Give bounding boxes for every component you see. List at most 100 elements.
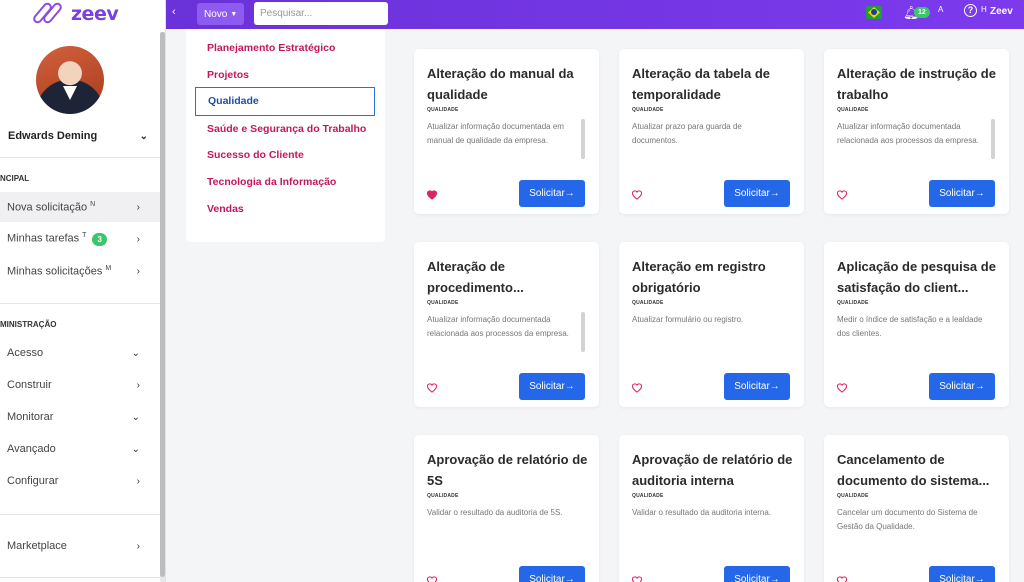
divider (0, 303, 160, 304)
card-description: Atualizar informação documentada em manu… (427, 122, 564, 145)
nav-label: Acesso (7, 347, 44, 359)
card-title: Alteração da tabela de temporalidade (632, 66, 770, 102)
nav-label: Minhas solicitações (7, 265, 103, 278)
chevron-down-icon: ⌄ (131, 347, 140, 359)
chevron-down-icon: ⌄ (131, 443, 140, 455)
card-description-scrollbar[interactable] (991, 119, 995, 159)
card-description: Atualizar informação documentada relacio… (427, 315, 569, 338)
heart-outline-icon[interactable] (632, 383, 642, 393)
nav-label: Nova solicitação (7, 201, 88, 214)
novo-button[interactable]: Novo ▼ (197, 3, 245, 25)
heart-outline-icon[interactable] (632, 576, 642, 582)
nav-monitorar[interactable]: Monitorar ⌄ (0, 402, 160, 432)
card-category-tag: QUALIDADE (837, 300, 869, 306)
nav-marketplace[interactable]: Marketplace › (0, 531, 160, 561)
card-title: Aprovação de relatório de 5S (427, 452, 588, 488)
process-card[interactable]: Cancelamento de documento do sistema... Q… (824, 435, 1009, 582)
nav-label: Construir (7, 379, 52, 391)
category-list: Planejamento Estratégico Projetos Qualid… (186, 29, 385, 242)
solicitar-button[interactable]: Solicitar→ (724, 373, 790, 400)
solicitar-button[interactable]: Solicitar→ (724, 566, 790, 582)
chevron-right-icon: › (136, 540, 140, 552)
card-description-scrollbar[interactable] (581, 119, 585, 159)
heart-outline-icon[interactable] (427, 576, 437, 582)
heart-filled-icon[interactable] (427, 190, 437, 200)
card-category-tag: QUALIDADE (427, 107, 459, 113)
category-item-selected[interactable]: Qualidade (195, 87, 375, 116)
process-card[interactable]: Aprovação de relatório de 5S QUALIDADE Val… (414, 435, 599, 582)
solicitar-button[interactable]: Solicitar→ (519, 373, 585, 400)
logo[interactable]: zeev (31, 0, 119, 28)
nav-configurar[interactable]: Configurar › (0, 466, 160, 496)
solicitar-button[interactable]: Solicitar→ (929, 566, 995, 582)
novo-label: Novo (204, 8, 228, 20)
category-item[interactable]: Sucesso do Cliente (207, 149, 304, 161)
nav-acesso[interactable]: Acesso ⌄ (0, 338, 160, 368)
nav-label: Configurar (7, 475, 59, 487)
heart-outline-icon[interactable] (837, 576, 847, 582)
divider (0, 577, 160, 578)
divider (0, 514, 160, 515)
solicitar-button[interactable]: Solicitar→ (929, 180, 995, 207)
solicitar-button[interactable]: Solicitar→ (519, 180, 585, 207)
back-chevron-icon[interactable]: ‹ (172, 6, 176, 18)
category-item[interactable]: Tecnologia da Informação (207, 176, 336, 188)
shortcut-hint: T (82, 232, 87, 240)
heart-outline-icon[interactable] (427, 383, 437, 393)
heart-outline-icon[interactable] (837, 190, 847, 200)
avatar[interactable] (36, 46, 104, 114)
card-category-tag: QUALIDADE (837, 493, 869, 499)
card-category-tag: QUALIDADE (632, 300, 664, 306)
logo-mark-icon (31, 0, 68, 26)
brazil-flag-icon[interactable] (866, 6, 882, 19)
divider (0, 157, 160, 158)
card-category-tag: QUALIDADE (632, 107, 664, 113)
nav-avancado[interactable]: Avançado ⌄ (0, 434, 160, 464)
nav-construir[interactable]: Construir › (0, 370, 160, 400)
nav-minhas-tarefas[interactable]: Minhas tarefas T 3 › (0, 224, 160, 254)
card-description: Cancelar um documento do Sistema de Gest… (837, 508, 978, 531)
sidebar-scrollbar-thumb[interactable] (160, 32, 165, 577)
card-title: Alteração de instrução de trabalho (837, 66, 996, 102)
process-card[interactable]: Aplicação de pesquisa de satisfação do c… (824, 242, 1009, 407)
process-card[interactable]: Alteração da tabela de temporalidade QUAL… (619, 49, 804, 214)
nav-nova-solicitacao[interactable]: Nova solicitação N › (0, 192, 160, 222)
shortcut-hint: N (90, 200, 96, 208)
card-category-tag: QUALIDADE (632, 493, 664, 499)
help-icon[interactable]: ? (964, 4, 977, 17)
process-card[interactable]: Alteração de procedimento... QUALIDADE Atu… (414, 242, 599, 407)
card-title: Alteração do manual da qualidade (427, 66, 574, 102)
process-card[interactable]: Alteração de instrução de trabalho QUALID… (824, 49, 1009, 214)
card-title: Alteração de procedimento... (427, 259, 524, 295)
process-card[interactable]: Alteração em registro obrigatório QUALIDA… (619, 242, 804, 407)
nav-minhas-solicitacoes[interactable]: Minhas solicitações M › (0, 256, 160, 286)
chevron-right-icon: › (136, 379, 140, 391)
card-title: Cancelamento de documento do sistema... (837, 452, 990, 488)
chevron-right-icon: › (136, 201, 140, 213)
solicitar-button[interactable]: Solicitar→ (519, 566, 585, 582)
user-menu[interactable]: Edwards Deming ⌄ (8, 130, 148, 142)
heart-outline-icon[interactable] (837, 383, 847, 393)
category-item[interactable]: Projetos (207, 69, 249, 81)
category-item[interactable]: Planejamento Estratégico (207, 42, 335, 54)
category-item[interactable]: Saúde e Segurança do Trabalho (207, 123, 366, 135)
section-title-principal: NCIPAL (0, 174, 30, 183)
user-name: Edwards Deming (8, 130, 98, 142)
category-item[interactable]: Vendas (207, 203, 244, 215)
chevron-down-icon: ⌄ (139, 130, 148, 142)
card-description: Validar o resultado da auditoria de 5S. (427, 508, 563, 517)
process-card[interactable]: Aprovação de relatório de auditoria inte… (619, 435, 804, 582)
search-input[interactable] (254, 2, 388, 25)
shortcut-hint: M (105, 264, 112, 272)
notification-badge: 12 (914, 7, 930, 18)
user-menu-label[interactable]: Zeev (990, 6, 1013, 17)
card-category-tag: QUALIDADE (427, 300, 459, 306)
solicitar-button[interactable]: Solicitar→ (929, 373, 995, 400)
process-card[interactable]: Alteração do manual da qualidade QUALIDAD… (414, 49, 599, 214)
heart-outline-icon[interactable] (632, 190, 642, 200)
card-description: Medir o índice de satisfação e a lealdad… (837, 315, 983, 338)
nav-label: Avançado (7, 443, 56, 455)
card-title: Aprovação de relatório de auditoria inte… (632, 452, 793, 488)
card-description-scrollbar[interactable] (581, 312, 585, 352)
solicitar-button[interactable]: Solicitar→ (724, 180, 790, 207)
